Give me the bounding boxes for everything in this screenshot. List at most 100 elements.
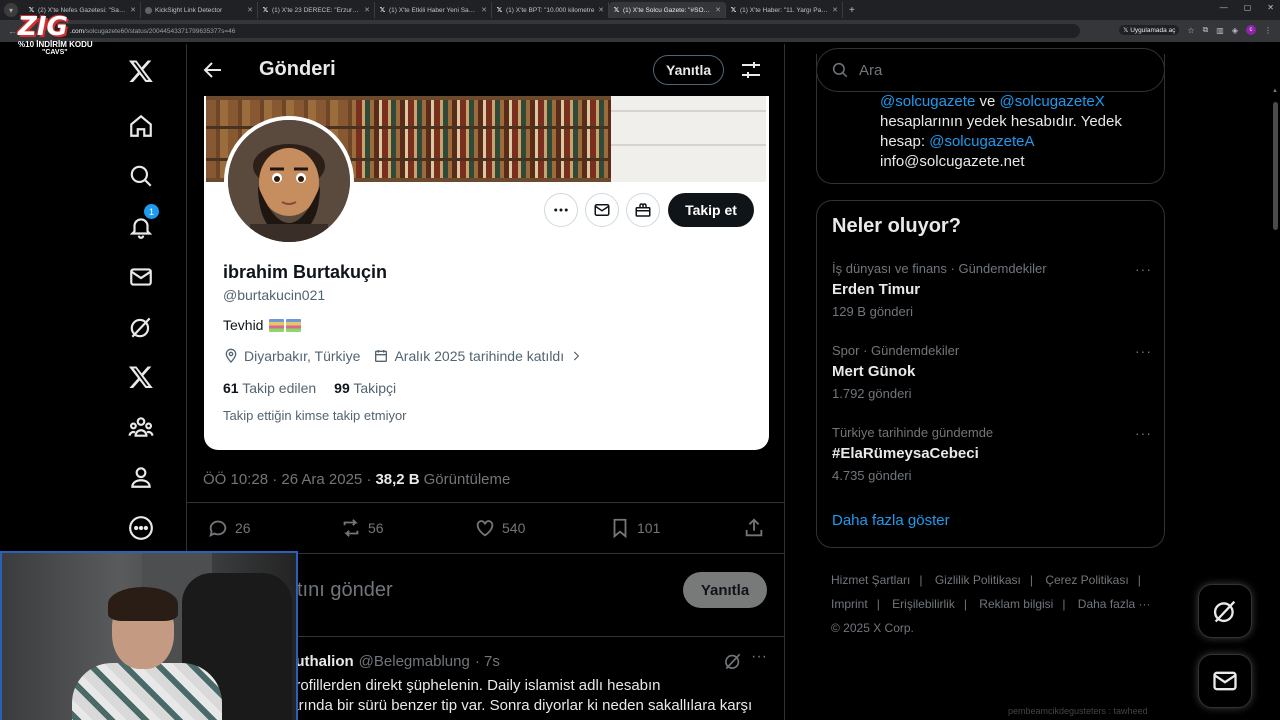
- share-icon: [745, 518, 763, 537]
- search-input[interactable]: Ara: [816, 48, 1165, 92]
- cartoon-avatar: [228, 120, 350, 242]
- minimize-icon[interactable]: —: [1220, 3, 1228, 12]
- about-text: @solcugazete ve @solcugazeteX hesapların…: [880, 93, 1122, 170]
- reply-pill-button[interactable]: Yanıtla: [653, 55, 725, 85]
- scrollbar-thumb[interactable]: [1273, 102, 1278, 230]
- calendar-icon: [375, 350, 388, 362]
- close-tab-icon[interactable]: ✕: [832, 6, 838, 14]
- repost-icon: [343, 519, 359, 537]
- extensions-icon[interactable]: ⧉: [1203, 25, 1209, 35]
- page-title: Gönderi: [259, 58, 336, 80]
- back-arrow-icon[interactable]: [201, 58, 225, 82]
- messages-icon[interactable]: [124, 260, 158, 294]
- gift-button[interactable]: [626, 193, 660, 227]
- avatar[interactable]: c: [1246, 25, 1256, 35]
- like-action[interactable]: 540: [474, 517, 525, 539]
- close-tab-icon[interactable]: ✕: [715, 6, 721, 14]
- forward-icon[interactable]: →: [25, 26, 34, 36]
- browser-tab[interactable]: 𝕏 (1) X'te BPT: "10.000 kilometre ✕: [492, 2, 609, 18]
- home-icon[interactable]: [124, 109, 158, 143]
- messages-float-button[interactable]: [1198, 654, 1252, 708]
- heart-icon: [476, 520, 494, 537]
- toolbar-right: 𝕏 Uygulamada aç ☆ ⧉ ▥ ◈ c ⋮: [1119, 25, 1272, 35]
- white-shelf: [611, 96, 766, 182]
- more-options-icon[interactable]: ···: [1135, 425, 1152, 441]
- trends-title: Neler oluyor?: [832, 215, 961, 237]
- window-controls: — ▢ ✕: [1220, 3, 1274, 12]
- notifications-icon[interactable]: 1: [124, 204, 159, 244]
- more-options-icon[interactable]: ···: [1135, 261, 1152, 277]
- trend-item[interactable]: Türkiye tarihinde gündemde #ElaRümeysaCe…: [832, 425, 1152, 483]
- profile-avatar[interactable]: [224, 116, 354, 246]
- browser-tab[interactable]: KickSight Link Detector ✕: [141, 2, 258, 18]
- open-in-app-button[interactable]: 𝕏 Uygulamada aç: [1119, 25, 1180, 35]
- browser-tab-active[interactable]: 𝕏 (1) X'te Solcu Gazete: "#SOND ✕: [609, 2, 726, 18]
- location-meta: Diyarbakır, Türkiye: [223, 348, 360, 364]
- bookmark-action[interactable]: 101: [609, 517, 660, 539]
- new-tab-button[interactable]: +: [849, 5, 855, 16]
- profile-icon[interactable]: [124, 460, 158, 494]
- webcam-overlay: [0, 551, 298, 720]
- browser-tab[interactable]: 𝕏 (2) X'te Nefes Gazetesi: "Samsu ✕: [24, 2, 141, 18]
- grok-icon[interactable]: [124, 310, 158, 344]
- footer-links: Hizmet Şartları | Gizlilik Politikası | Çe…: [831, 573, 1151, 635]
- page-scrollbar[interactable]: ▲: [1270, 44, 1280, 720]
- trend-item[interactable]: Spor · Gündemdekiler Mert Günok 1.792 gö…: [832, 343, 1152, 401]
- books-emoji-icon: [269, 318, 302, 332]
- extension-icon[interactable]: ◈: [1232, 26, 1238, 35]
- generic-icon: [145, 6, 152, 14]
- x-logo-icon[interactable]: [124, 54, 158, 88]
- tab-search-icon[interactable]: ▾: [4, 3, 18, 17]
- follow-button[interactable]: Takip et: [668, 193, 754, 227]
- bookshelf: [356, 100, 611, 178]
- filter-icon[interactable]: [739, 58, 763, 82]
- communities-icon[interactable]: [124, 410, 158, 444]
- maximize-icon[interactable]: ▢: [1244, 3, 1252, 12]
- reply-submit-button[interactable]: Yanıtla: [683, 572, 767, 608]
- profile-name: ibrahim Burtakuçin: [223, 262, 388, 282]
- share-action[interactable]: [743, 517, 765, 539]
- repost-action[interactable]: 56: [340, 517, 384, 539]
- close-tab-icon[interactable]: ✕: [481, 6, 487, 14]
- more-options-button[interactable]: [544, 193, 578, 227]
- page-header: Gönderi Yanıtla: [187, 44, 784, 96]
- close-tab-icon[interactable]: ✕: [247, 6, 253, 14]
- x-icon: 𝕏: [262, 7, 269, 14]
- grok-icon[interactable]: [723, 651, 743, 671]
- trend-item[interactable]: İş dünyası ve finans · Gündemdekiler Erd…: [832, 261, 1152, 319]
- x-premium-icon[interactable]: [124, 360, 158, 394]
- reply-action[interactable]: 26: [207, 517, 251, 539]
- star-icon[interactable]: ☆: [1187, 26, 1194, 35]
- menu-icon[interactable]: ⋮: [1264, 26, 1272, 35]
- joined-meta[interactable]: Aralık 2025 tarihinde katıldı: [373, 348, 583, 364]
- reply-text: profillerden direkt şüphelenin. Daily is…: [287, 677, 753, 714]
- browser-tab[interactable]: 𝕏 (1) X'te Haber: "11. Yargı Paketi ✕: [726, 2, 843, 18]
- back-icon[interactable]: ←: [8, 26, 17, 36]
- close-window-icon[interactable]: ✕: [1267, 3, 1274, 12]
- x-icon: 𝕏: [496, 7, 503, 14]
- streamer: [72, 587, 222, 720]
- close-tab-icon[interactable]: ✕: [598, 6, 604, 14]
- address-bar[interactable]: .com/solcugazete60/status/20044543371799…: [50, 24, 1080, 38]
- reply-header: cuthalion @Belegmablung · 7s: [287, 653, 500, 670]
- post-timestamp: ÖÖ 10:28 · 26 Ara 2025 · 38,2 B Görüntül…: [203, 471, 511, 488]
- browser-tab[interactable]: 𝕏 (1) X'te 23 DERECE: "Erzurum'd ✕: [258, 2, 375, 18]
- more-options-icon[interactable]: [124, 511, 158, 545]
- post-actions-bar: 26 56 540 101: [187, 502, 784, 554]
- browser-tab[interactable]: 𝕏 (1) X'te Etkili Haber Yeni Sayfa: ✕: [375, 2, 492, 18]
- following-stat[interactable]: 61 Takip edilen: [223, 380, 316, 396]
- embedded-profile-image[interactable]: Takip et ibrahim Burtakuçin @burtakucin0…: [204, 96, 769, 450]
- followers-stat[interactable]: 99 Takipçi: [334, 380, 396, 396]
- profile-bio: Tevhid: [223, 317, 302, 333]
- close-tab-icon[interactable]: ✕: [130, 6, 136, 14]
- more-options-icon[interactable]: ···: [1135, 343, 1152, 359]
- message-button[interactable]: [585, 193, 619, 227]
- more-options-icon[interactable]: ···: [751, 648, 767, 666]
- grok-float-button[interactable]: [1198, 584, 1252, 638]
- sidebar-icon[interactable]: ▥: [1216, 26, 1224, 35]
- close-tab-icon[interactable]: ✕: [364, 6, 370, 14]
- search-icon[interactable]: [124, 159, 158, 193]
- reply-input[interactable]: tını gönder: [297, 579, 393, 602]
- show-more-link[interactable]: Daha fazla göster: [832, 512, 950, 529]
- x-icon: 𝕏: [730, 7, 737, 14]
